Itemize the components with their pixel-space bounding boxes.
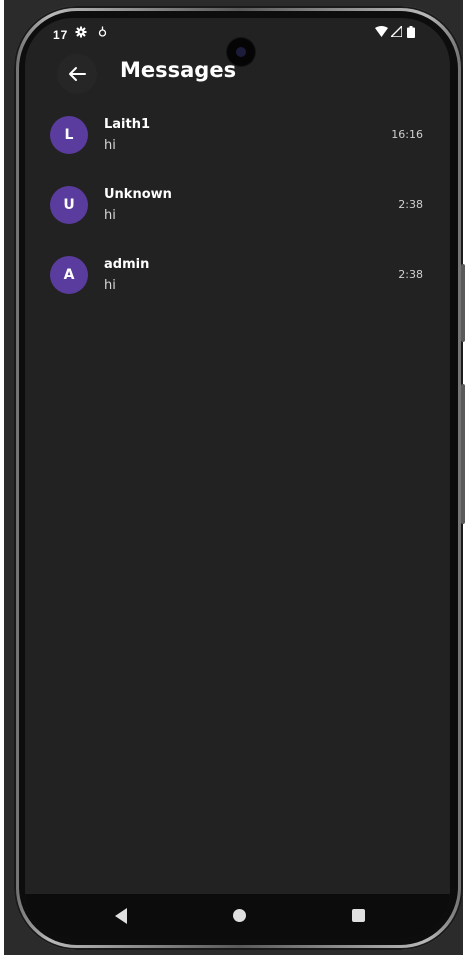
battery-icon (407, 26, 415, 41)
power-button (461, 384, 465, 524)
contact-name: Unknown (104, 187, 172, 202)
wifi-icon (375, 26, 388, 40)
page-title: Messages (120, 58, 237, 82)
avatar: A (50, 256, 88, 294)
volume-button (461, 264, 465, 342)
message-time: 2:38 (398, 268, 423, 281)
signal-icon (389, 24, 403, 40)
conversation-item[interactable]: A admin hi 2:38 (25, 250, 450, 320)
phone-screen: 17 Messages L Laith1 hi 16:16 U Unknown … (25, 18, 450, 938)
nav-recents-icon[interactable] (352, 909, 365, 922)
back-button[interactable] (57, 54, 97, 94)
notification-icon (98, 26, 107, 41)
conversation-list: L Laith1 hi 16:16 U Unknown hi 2:38 A ad… (25, 110, 450, 320)
message-time: 16:16 (391, 128, 423, 141)
message-preview: hi (104, 138, 116, 153)
message-preview: hi (104, 208, 116, 223)
nav-home-icon[interactable] (233, 909, 246, 922)
conversation-item[interactable]: L Laith1 hi 16:16 (25, 110, 450, 180)
arrow-left-icon (69, 67, 86, 81)
status-time: 17 (53, 28, 69, 42)
contact-name: admin (104, 257, 150, 272)
message-time: 2:38 (398, 198, 423, 211)
device-background: 17 Messages L Laith1 hi 16:16 U Unknown … (4, 0, 465, 955)
nav-back-icon[interactable] (115, 908, 127, 924)
app-bar: Messages (25, 54, 450, 94)
system-navigation-bar (25, 894, 450, 938)
settings-icon (75, 26, 87, 41)
message-preview: hi (104, 278, 116, 293)
conversation-item[interactable]: U Unknown hi 2:38 (25, 180, 450, 250)
contact-name: Laith1 (104, 117, 151, 132)
avatar: U (50, 186, 88, 224)
avatar: L (50, 116, 88, 154)
